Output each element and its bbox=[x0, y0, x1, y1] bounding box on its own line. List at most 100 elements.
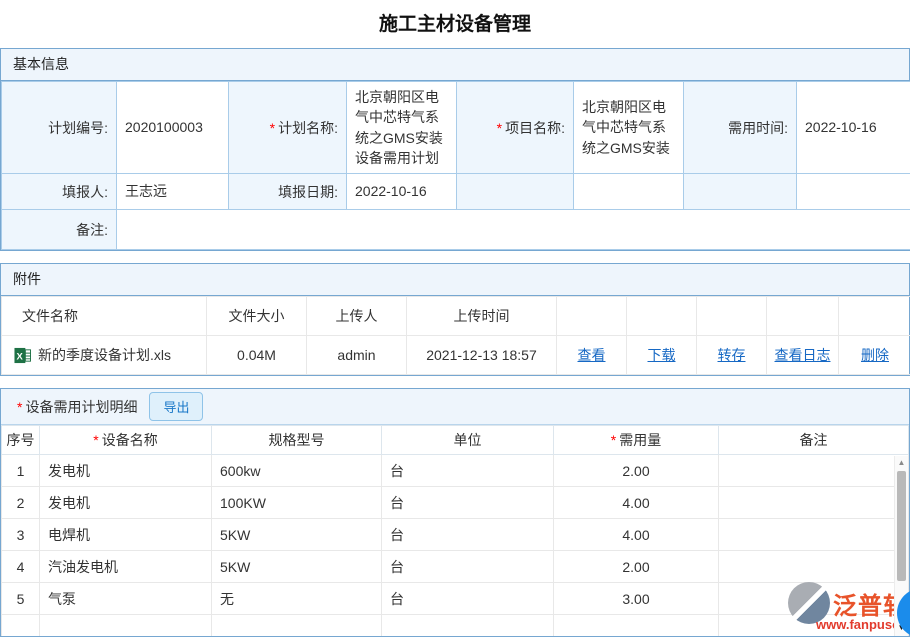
table-row: 2 发电机 100KW 台 4.00 bbox=[2, 487, 909, 519]
table-row: 3 电焊机 5KW 台 4.00 bbox=[2, 519, 909, 551]
cell-unit: 台 bbox=[382, 519, 554, 551]
table-row: 1 发电机 600kw 台 2.00 bbox=[2, 455, 909, 487]
report-date-value: 2022-10-16 bbox=[347, 174, 457, 210]
cell-no: 2 bbox=[2, 487, 40, 519]
view-link[interactable]: 查看 bbox=[578, 347, 606, 363]
table-row: 5 气泵 无 台 3.00 bbox=[2, 583, 909, 615]
col-equip-name: *设备名称 bbox=[40, 426, 212, 455]
plan-name-label: *计划名称: bbox=[229, 82, 347, 174]
page: 施工主材设备管理 基本信息 计划编号: 2020100003 *计划名称: 北京… bbox=[0, 0, 910, 641]
col-action bbox=[767, 297, 839, 336]
col-spec: 规格型号 bbox=[212, 426, 382, 455]
col-qty: *需用量 bbox=[554, 426, 719, 455]
file-row: X 新的季度设备计划.xls 0.04M admin 2021-12-13 18… bbox=[2, 336, 910, 375]
col-unit: 单位 bbox=[382, 426, 554, 455]
attachments-header: 附件 bbox=[1, 264, 909, 296]
col-seq: 序号 bbox=[2, 426, 40, 455]
project-name-label: *项目名称: bbox=[457, 82, 574, 174]
need-time-label: 需用时间: bbox=[684, 82, 797, 174]
attachments-section: 附件 文件名称 文件大小 上传人 上传时间 bbox=[0, 263, 910, 376]
transfer-link[interactable]: 转存 bbox=[718, 347, 746, 363]
cell-no: 1 bbox=[2, 455, 40, 487]
required-asterisk: * bbox=[611, 432, 616, 448]
file-size: 0.04M bbox=[207, 336, 307, 375]
file-name: 新的季度设备计划.xls bbox=[38, 345, 171, 365]
remark-value bbox=[117, 210, 910, 250]
svg-text:X: X bbox=[17, 351, 24, 362]
cell-name: 电焊机 bbox=[40, 519, 212, 551]
cell-no bbox=[2, 615, 40, 638]
cell-unit bbox=[382, 615, 554, 638]
empty-value-cell bbox=[797, 174, 910, 210]
cell-qty: 3.00 bbox=[554, 583, 719, 615]
cell-no: 4 bbox=[2, 551, 40, 583]
col-note: 备注 bbox=[719, 426, 909, 455]
table-row: 4 汽油发电机 5KW 台 2.00 bbox=[2, 551, 909, 583]
export-button[interactable]: 导出 bbox=[149, 392, 203, 421]
required-asterisk: * bbox=[497, 120, 502, 136]
cell-spec: 5KW bbox=[212, 519, 382, 551]
col-action bbox=[557, 297, 627, 336]
file-upload-time: 2021-12-13 18:57 bbox=[407, 336, 557, 375]
cell-unit: 台 bbox=[382, 487, 554, 519]
cell-qty: 2.00 bbox=[554, 551, 719, 583]
cell-name: 发电机 bbox=[40, 455, 212, 487]
cell-spec: 600kw bbox=[212, 455, 382, 487]
cell-note bbox=[719, 455, 909, 487]
cell-name bbox=[40, 615, 212, 638]
col-upload-time: 上传时间 bbox=[407, 297, 557, 336]
col-action bbox=[697, 297, 767, 336]
need-time-value: 2022-10-16 bbox=[797, 82, 910, 174]
cell-no: 3 bbox=[2, 519, 40, 551]
plan-no-label: 计划编号: bbox=[2, 82, 117, 174]
cell-unit: 台 bbox=[382, 583, 554, 615]
empty-value-cell bbox=[574, 174, 684, 210]
scroll-thumb[interactable] bbox=[897, 471, 906, 581]
col-uploader: 上传人 bbox=[307, 297, 407, 336]
details-table: 序号 *设备名称 规格型号 单位 *需用量 备注 1 发电机 600kw 台 2… bbox=[1, 425, 909, 637]
basic-info-table: 计划编号: 2020100003 *计划名称: 北京朝阳区电气中芯特气系统之GM… bbox=[1, 81, 910, 250]
cell-name: 气泵 bbox=[40, 583, 212, 615]
cell-name: 汽油发电机 bbox=[40, 551, 212, 583]
remark-label: 备注: bbox=[2, 210, 117, 250]
file-uploader: admin bbox=[307, 336, 407, 375]
cell-no: 5 bbox=[2, 583, 40, 615]
basic-info-section: 基本信息 计划编号: 2020100003 *计划名称: 北京朝阳区电气中芯特气… bbox=[0, 48, 910, 251]
cell-qty: 4.00 bbox=[554, 487, 719, 519]
scroll-up-icon[interactable]: ▲ bbox=[895, 456, 908, 470]
cell-spec: 无 bbox=[212, 583, 382, 615]
watermark: 泛普软件 www.fanpusoft.com bbox=[788, 580, 910, 640]
empty-label-cell bbox=[684, 174, 797, 210]
cell-unit: 台 bbox=[382, 455, 554, 487]
cell-qty: 2.00 bbox=[554, 455, 719, 487]
view-log-link[interactable]: 查看日志 bbox=[775, 347, 831, 363]
delete-link[interactable]: 删除 bbox=[861, 347, 889, 363]
cell-spec bbox=[212, 615, 382, 638]
required-asterisk: * bbox=[93, 432, 98, 448]
cell-name: 发电机 bbox=[40, 487, 212, 519]
empty-label-cell bbox=[457, 174, 574, 210]
page-title: 施工主材设备管理 bbox=[0, 0, 910, 48]
cell-unit: 台 bbox=[382, 551, 554, 583]
basic-info-header: 基本信息 bbox=[1, 49, 909, 81]
attachments-table: 文件名称 文件大小 上传人 上传时间 X bbox=[1, 296, 910, 375]
cell-note bbox=[719, 519, 909, 551]
required-asterisk: * bbox=[270, 120, 275, 136]
reporter-value: 王志远 bbox=[117, 174, 229, 210]
project-name-value: 北京朝阳区电气中芯特气系统之GMS安装 bbox=[574, 82, 684, 174]
download-link[interactable]: 下载 bbox=[648, 347, 676, 363]
cell-spec: 100KW bbox=[212, 487, 382, 519]
col-file-size: 文件大小 bbox=[207, 297, 307, 336]
cell-qty: 4.00 bbox=[554, 519, 719, 551]
col-file-name: 文件名称 bbox=[2, 297, 207, 336]
col-action bbox=[627, 297, 697, 336]
report-date-label: 填报日期: bbox=[229, 174, 347, 210]
details-header: *设备需用计划明细 导出 bbox=[1, 389, 909, 425]
excel-icon: X bbox=[14, 347, 31, 364]
col-action bbox=[839, 297, 910, 336]
details-title: *设备需用计划明细 bbox=[17, 397, 137, 417]
details-section: *设备需用计划明细 导出 序号 *设备名称 规格型号 单位 *需用量 备注 1 … bbox=[0, 388, 910, 637]
plan-no-value: 2020100003 bbox=[117, 82, 229, 174]
cell-qty bbox=[554, 615, 719, 638]
plan-name-value: 北京朝阳区电气中芯特气系统之GMS安装设备需用计划 bbox=[347, 82, 457, 174]
